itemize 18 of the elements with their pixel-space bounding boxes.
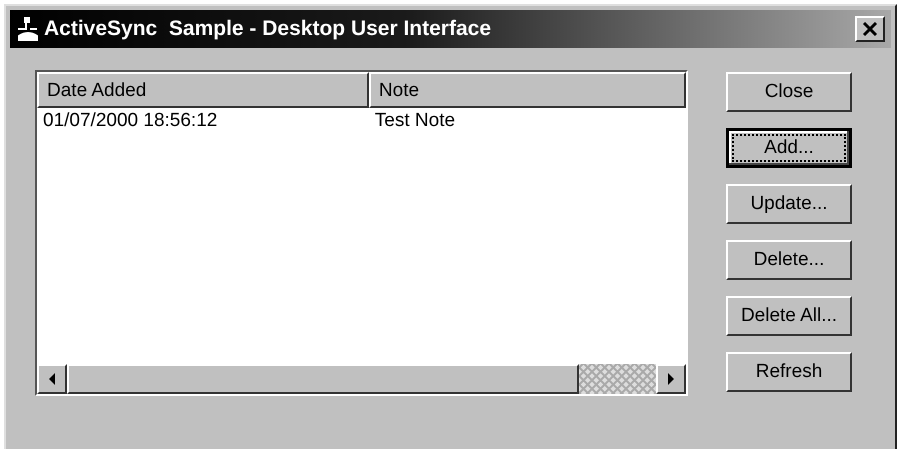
scroll-left-button[interactable] [37,364,67,394]
window-title: ActiveSync Sample - Desktop User Interface [44,17,492,41]
dialog-button[interactable]: Delete... [726,240,852,280]
table-cell-text: Test Note [374,110,456,132]
dialog-button[interactable]: Update... [726,184,852,224]
close-icon[interactable] [855,16,885,42]
column-header[interactable]: Date Added [37,72,369,108]
scroll-right-button[interactable] [656,364,686,394]
app-icon [16,16,40,42]
table-cell-text: 01/07/2000 18:56:12 [42,110,218,132]
column-header[interactable]: Note [368,72,686,108]
dialog-button[interactable]: Delete All... [726,296,852,336]
dialog-button[interactable]: Close [726,72,852,112]
dialog-button[interactable]: Refresh [726,352,852,392]
right-arrow-icon [667,373,675,385]
scroll-thumb[interactable] [67,364,579,394]
dialog-button[interactable]: Add... [726,128,852,168]
left-arrow-icon [48,373,56,385]
